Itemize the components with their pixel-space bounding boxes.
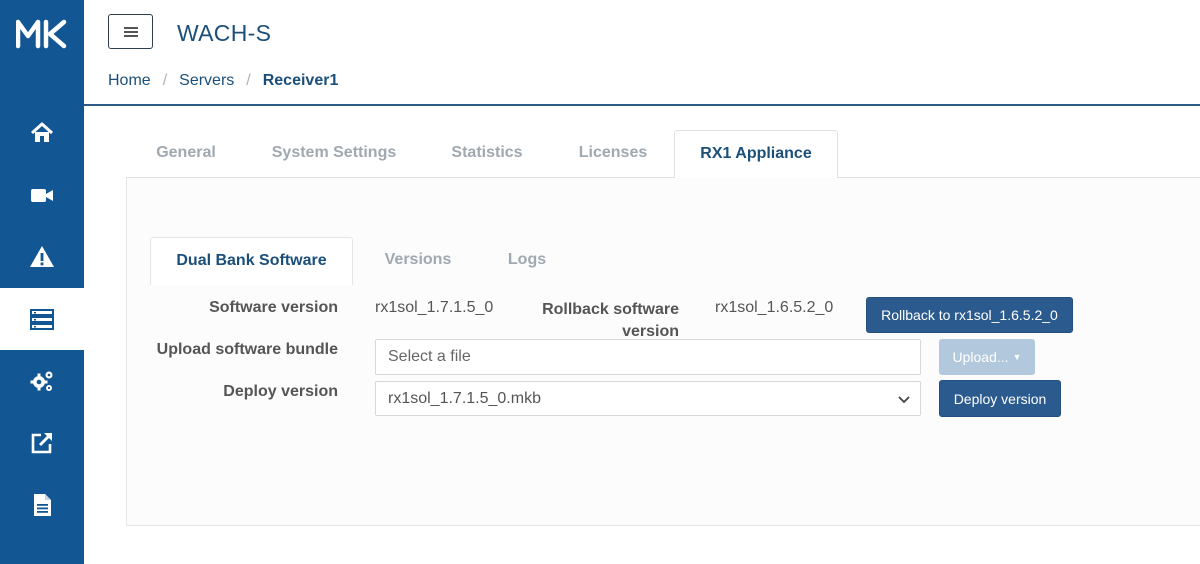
settings-cogs-icon [30, 371, 53, 391]
warning-icon [30, 246, 54, 267]
rollback-button[interactable]: Rollback to rx1sol_1.6.5.2_0 [866, 297, 1073, 333]
deploy-version-selected: rx1sol_1.7.1.5_0.mkb [388, 389, 541, 407]
upload-button-label: Upload... [952, 349, 1009, 365]
tab-licenses[interactable]: Licenses [554, 130, 672, 178]
file-select-input[interactable]: Select a file [375, 339, 921, 375]
software-version-label: Software version [209, 299, 338, 316]
deploy-version-button[interactable]: Deploy version [939, 380, 1061, 417]
rollback-version-value: rx1sol_1.6.5.2_0 [715, 299, 834, 316]
upload-bundle-label: Upload software bundle [156, 341, 338, 358]
chevron-down-icon [898, 396, 910, 404]
nav-home[interactable] [0, 102, 84, 164]
document-icon [34, 494, 51, 516]
hamburger-icon [123, 26, 138, 37]
video-camera-icon [31, 189, 53, 202]
tab-versions[interactable]: Versions [360, 237, 476, 285]
rollback-version-label: Rollback software version [542, 299, 679, 343]
breadcrumb-separator: / [162, 72, 168, 89]
tab-general[interactable]: General [126, 130, 246, 178]
breadcrumb: Home / Servers / Receiver1 [108, 72, 338, 90]
outer-tabs: General System Settings Statistics Licen… [126, 130, 1200, 179]
breadcrumb-current: Receiver1 [262, 72, 339, 89]
inner-tabs: Dual Bank Software Versions Logs [150, 237, 1200, 285]
breadcrumb-home[interactable]: Home [108, 72, 151, 90]
sidebar [0, 0, 84, 564]
breadcrumb-servers[interactable]: Servers [179, 72, 234, 90]
nav-settings[interactable] [0, 350, 84, 412]
breadcrumb-separator: / [246, 72, 251, 89]
menu-toggle-button[interactable] [108, 14, 153, 49]
app-logo[interactable] [15, 18, 68, 50]
nav-cameras[interactable] [0, 164, 84, 226]
rollback-label-line1: Rollback software [542, 301, 679, 318]
software-version-value: rx1sol_1.7.1.5_0 [375, 299, 494, 316]
header-divider [84, 104, 1200, 106]
nav-external[interactable] [0, 412, 84, 474]
app-title: WACH-S [177, 20, 272, 46]
nav-documents[interactable] [0, 474, 84, 536]
tab-dual-bank-software[interactable]: Dual Bank Software [150, 237, 353, 285]
nav-servers[interactable] [0, 288, 84, 350]
nav-alarms[interactable] [0, 226, 84, 288]
deploy-version-label: Deploy version [223, 383, 338, 400]
tab-system-settings[interactable]: System Settings [246, 130, 422, 178]
upload-button[interactable]: Upload... ▼ [939, 339, 1035, 375]
caret-down-icon: ▼ [1012, 352, 1022, 362]
home-icon [30, 122, 54, 142]
external-link-icon [31, 433, 52, 454]
deploy-version-select[interactable]: rx1sol_1.7.1.5_0.mkb [375, 381, 921, 416]
tab-logs[interactable]: Logs [480, 237, 574, 285]
tab-statistics[interactable]: Statistics [428, 130, 546, 178]
servers-icon [30, 309, 54, 330]
tab-rx1-appliance[interactable]: RX1 Appliance [674, 130, 838, 179]
